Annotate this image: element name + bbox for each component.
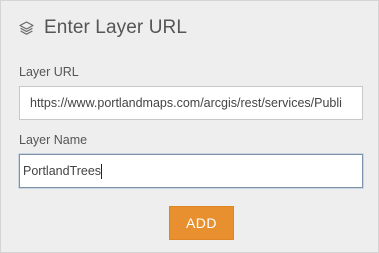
layer-url-input[interactable]: https://www.portlandmaps.com/arcgis/rest… <box>19 86 363 120</box>
layer-name-label: Layer Name <box>19 133 88 147</box>
text-caret <box>101 164 103 180</box>
panel-title: Enter Layer URL <box>44 17 188 38</box>
add-button[interactable]: ADD <box>169 206 234 240</box>
add-layer-panel: Enter Layer URL Layer URL https://www.po… <box>0 0 379 253</box>
layer-url-label: Layer URL <box>19 65 79 79</box>
layer-name-value: PortlandTrees <box>23 164 102 178</box>
layers-icon <box>18 20 35 37</box>
panel-header: Enter Layer URL <box>18 17 187 39</box>
layer-name-input[interactable]: PortlandTrees <box>19 154 363 188</box>
